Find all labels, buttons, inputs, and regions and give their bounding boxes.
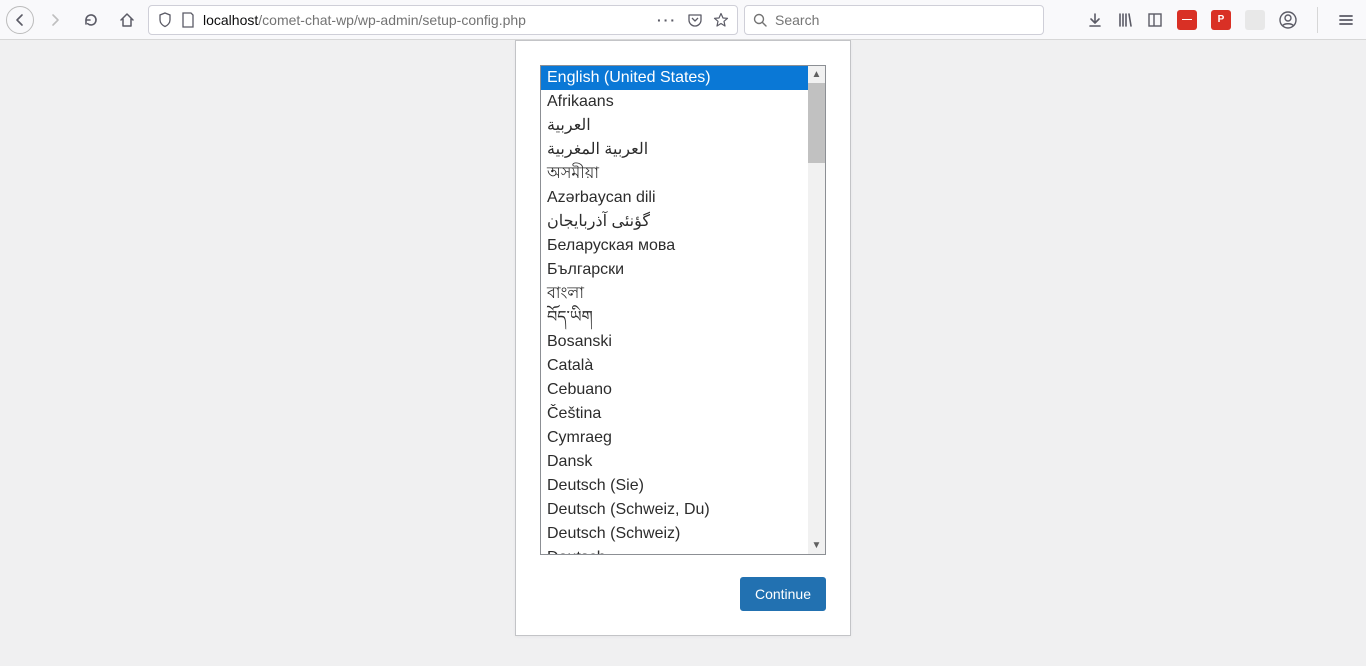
page-info-icon [181, 12, 195, 28]
language-option[interactable]: Čeština [541, 402, 825, 426]
scrollbar-track[interactable] [808, 83, 825, 537]
page-content: English (United States)Afrikaansالعربيةا… [0, 40, 1366, 666]
scroll-up-icon[interactable]: ▲ [808, 66, 825, 83]
url-text: localhost/comet-chat-wp/wp-admin/setup-c… [203, 12, 649, 28]
language-option[interactable]: བོད་ཡིག [541, 306, 825, 330]
extension-badge-p[interactable]: P [1211, 10, 1231, 30]
search-input[interactable] [775, 12, 1035, 28]
search-icon [753, 13, 767, 27]
account-icon[interactable] [1279, 11, 1297, 29]
pocket-icon[interactable] [687, 12, 703, 28]
language-option[interactable]: Cymraeg [541, 426, 825, 450]
language-option[interactable]: Български [541, 258, 825, 282]
continue-button[interactable]: Continue [740, 577, 826, 611]
language-option[interactable]: Bosanski [541, 330, 825, 354]
language-option[interactable]: العربية المغربية [541, 138, 825, 162]
separator [1317, 7, 1318, 33]
library-icon[interactable] [1117, 12, 1133, 28]
language-option[interactable]: Azərbaycan dili [541, 186, 825, 210]
language-option[interactable]: অসমীয়া [541, 162, 825, 186]
language-list[interactable]: English (United States)Afrikaansالعربيةا… [541, 66, 825, 555]
language-selector[interactable]: English (United States)Afrikaansالعربيةا… [540, 65, 826, 555]
extension-badge-red[interactable]: — [1177, 10, 1197, 30]
continue-wrap: Continue [540, 577, 826, 611]
back-button[interactable] [6, 6, 34, 34]
reload-button[interactable] [76, 5, 106, 35]
scrollbar-thumb[interactable] [808, 83, 825, 163]
address-bar[interactable]: localhost/comet-chat-wp/wp-admin/setup-c… [148, 5, 738, 35]
url-actions: ··· [657, 12, 729, 28]
language-option[interactable]: Dansk [541, 450, 825, 474]
hamburger-menu-icon[interactable] [1338, 12, 1354, 28]
language-option[interactable]: Беларуская мова [541, 234, 825, 258]
sidebar-icon[interactable] [1147, 12, 1163, 28]
language-option[interactable]: বাংলা [541, 282, 825, 306]
setup-card: English (United States)Afrikaansالعربيةا… [515, 40, 851, 636]
language-option[interactable]: العربية [541, 114, 825, 138]
downloads-icon[interactable] [1087, 12, 1103, 28]
language-option[interactable]: English (United States) [541, 66, 825, 90]
forward-button[interactable] [40, 5, 70, 35]
language-option[interactable]: Deutsch (Schweiz) [541, 522, 825, 546]
bookmark-star-icon[interactable] [713, 12, 729, 28]
language-option[interactable]: Deutsch [541, 546, 825, 555]
language-option[interactable]: Deutsch (Sie) [541, 474, 825, 498]
scroll-down-icon[interactable]: ▼ [808, 537, 825, 554]
language-option[interactable]: گؤنئی آذربایجان [541, 210, 825, 234]
page-actions-icon[interactable]: ··· [657, 12, 677, 28]
browser-toolbar: localhost/comet-chat-wp/wp-admin/setup-c… [0, 0, 1366, 40]
language-option[interactable]: Deutsch (Schweiz, Du) [541, 498, 825, 522]
language-scrollbar[interactable]: ▲ ▼ [808, 66, 825, 554]
language-option[interactable]: Cebuano [541, 378, 825, 402]
home-button[interactable] [112, 5, 142, 35]
search-bar[interactable] [744, 5, 1044, 35]
shield-icon [157, 12, 173, 28]
language-option[interactable]: Afrikaans [541, 90, 825, 114]
toolbar-right: — P [1087, 7, 1360, 33]
language-option[interactable]: Català [541, 354, 825, 378]
extension-badge-grey[interactable] [1245, 10, 1265, 30]
